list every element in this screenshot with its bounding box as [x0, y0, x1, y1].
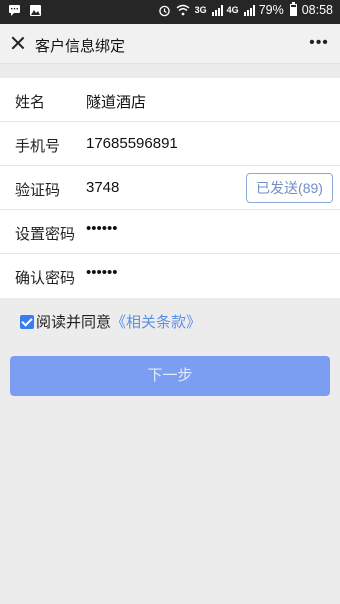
signal-icon [211, 4, 223, 16]
name-row: 姓名 隧道酒店 [0, 78, 340, 122]
battery-icon [289, 2, 297, 16]
close-icon[interactable] [6, 32, 30, 56]
signal-icon-2 [243, 4, 255, 16]
code-row: 验证码 3748 已发送(89) [0, 166, 340, 210]
confirm-password-row: 确认密码 •••••• [0, 254, 340, 298]
agreement-text: 阅读并同意 [36, 314, 112, 331]
terms-link[interactable]: 《相关条款》 [111, 311, 201, 332]
binding-form: 姓名 隧道酒店 手机号 17685596891 验证码 3748 已发送(89)… [0, 78, 340, 298]
name-field[interactable]: 隧道酒店 [86, 91, 146, 112]
phone-row: 手机号 17685596891 [0, 122, 340, 166]
page-title: 客户信息绑定 [35, 38, 126, 55]
next-step-button[interactable]: 下一步 [10, 356, 330, 396]
confirm-password-label: 确认密码 [15, 270, 76, 287]
name-label: 姓名 [15, 94, 46, 111]
system-icons: 3G 4G 79% 08:58 [158, 2, 333, 17]
agreement: 阅读并同意 《相关条款》 [20, 311, 201, 332]
clock: 08:58 [301, 3, 333, 17]
password-row: 设置密码 •••••• [0, 210, 340, 254]
password-label: 设置密码 [15, 226, 76, 243]
wifi-icon [176, 4, 190, 16]
status-bar: 3G 4G 79% 08:58 [0, 0, 340, 24]
battery-percent: 79% [258, 3, 284, 17]
agreement-checkbox[interactable] [20, 314, 34, 329]
code-field[interactable]: 3748 [86, 179, 119, 196]
phone-label: 手机号 [15, 138, 61, 155]
image-icon [30, 5, 41, 16]
phone-field[interactable]: 17685596891 [86, 135, 178, 152]
network-type-4g: 4G [226, 5, 239, 15]
send-code-button[interactable]: 已发送(89) [246, 173, 333, 203]
notification-icons [8, 4, 42, 17]
confirm-password-field[interactable]: •••••• [86, 264, 118, 281]
message-icon [9, 5, 20, 16]
title-bar: 客户信息绑定 ••• [0, 24, 340, 64]
password-field[interactable]: •••••• [86, 220, 118, 237]
more-options-icon[interactable]: ••• [306, 33, 332, 53]
network-type-3g: 3G [194, 5, 207, 15]
alarm-icon [158, 5, 170, 16]
code-label: 验证码 [15, 182, 61, 199]
